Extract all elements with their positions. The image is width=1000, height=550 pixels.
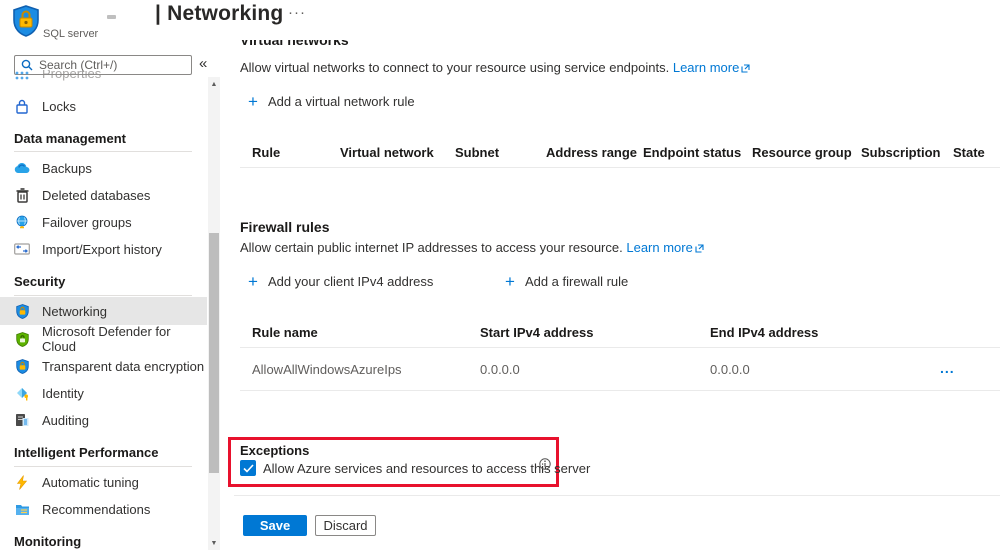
firewall-rules-description: Allow certain public internet IP address… — [240, 240, 704, 255]
divider — [14, 466, 192, 467]
virtual-networks-description: Allow virtual networks to connect to you… — [240, 60, 750, 75]
vnet-col-endpoint-status: Endpoint status — [643, 145, 741, 160]
add-virtual-network-rule-button[interactable]: + Add a virtual network rule — [248, 94, 415, 109]
divider — [234, 495, 1000, 496]
more-options-icon[interactable]: ··· — [288, 4, 306, 21]
discard-button[interactable]: Discard — [315, 515, 376, 536]
azure-portal-networking-page: SQL server | Networking ··· « Properties — [0, 0, 1000, 550]
exceptions-heading: Exceptions — [240, 443, 309, 458]
divider — [14, 295, 192, 296]
vnet-col-resource-group: Resource group — [752, 145, 852, 160]
fw-col-rule-name: Rule name — [252, 325, 318, 340]
sidebar-item-label: Identity — [42, 386, 84, 401]
sidebar-item-networking[interactable]: Networking — [0, 297, 207, 325]
sidebar-item-backups[interactable]: Backups — [0, 156, 207, 180]
add-client-ip-button[interactable]: + Add your client IPv4 address — [248, 274, 433, 289]
sidebar-item-locks[interactable]: Locks — [0, 94, 207, 118]
lightning-bolt-icon — [14, 474, 30, 490]
learn-more-link[interactable]: Learn more — [626, 240, 703, 255]
firewall-rules-heading: Firewall rules — [240, 219, 329, 235]
sidebar-item-label: Networking — [42, 304, 107, 319]
globe-icon — [14, 214, 30, 230]
vnet-col-address-range: Address range — [546, 145, 637, 160]
sidebar-item-label: Recommendations — [42, 502, 150, 517]
fw-cell-start-ip: 0.0.0.0 — [480, 362, 520, 377]
vnet-col-virtual-network: Virtual network — [340, 145, 434, 160]
scroll-up-icon[interactable]: ▲ — [208, 79, 220, 91]
sidebar-item-recommendations[interactable]: Recommendations — [0, 497, 207, 521]
cloud-backup-icon — [14, 160, 30, 176]
sidebar-item-deleted-databases[interactable]: Deleted databases — [0, 183, 207, 207]
recommendations-folder-icon — [14, 501, 30, 517]
sidebar-item-label: Failover groups — [42, 215, 132, 230]
vnet-col-subscription: Subscription — [861, 145, 940, 160]
vnet-col-subnet: Subnet — [455, 145, 499, 160]
identity-icon — [14, 385, 30, 401]
sidebar-item-transparent-data-encryption[interactable]: Transparent data encryption — [0, 354, 207, 378]
sidebar-item-label: Properties — [42, 70, 101, 81]
learn-more-link[interactable]: Learn more — [673, 60, 750, 75]
sidebar-item-microsoft-defender[interactable]: Microsoft Defender for Cloud — [0, 327, 207, 351]
divider — [240, 167, 1000, 168]
divider — [240, 347, 1000, 348]
sql-server-shield-icon — [12, 5, 40, 37]
info-icon[interactable] — [539, 458, 551, 470]
sidebar-item-failover-groups[interactable]: Failover groups — [0, 210, 207, 234]
vnet-col-rule: Rule — [252, 145, 280, 160]
lock-icon — [14, 98, 30, 114]
sidebar-scrollbar-thumb[interactable] — [209, 233, 219, 473]
sidebar-section-intelligent-performance: Intelligent Performance — [14, 445, 158, 460]
sidebar-item-properties[interactable]: Properties — [0, 70, 207, 85]
divider — [240, 390, 1000, 391]
virtual-networks-heading-clipped: Virtual networks — [240, 40, 440, 50]
plus-icon: + — [248, 95, 258, 109]
sidebar-section-security: Security — [14, 274, 65, 289]
sidebar-clip-region: Properties — [0, 70, 207, 86]
checkmark-icon — [243, 464, 254, 473]
vnet-col-state: State — [953, 145, 985, 160]
fw-col-start-ip: Start IPv4 address — [480, 325, 593, 340]
plus-icon: + — [248, 275, 258, 289]
plus-icon: + — [505, 275, 515, 289]
sidebar-item-automatic-tuning[interactable]: Automatic tuning — [0, 470, 207, 494]
external-link-icon — [741, 64, 750, 73]
shield-lock-icon — [14, 358, 30, 374]
sidebar-item-import-export-history[interactable]: Import/Export history — [0, 237, 207, 261]
sidebar-item-label: Locks — [42, 99, 76, 114]
shield-lock-icon — [14, 303, 30, 319]
grid-dots-icon — [14, 70, 30, 81]
server-name-redacted — [107, 15, 116, 19]
trash-icon — [14, 187, 30, 203]
resource-type-label: SQL server — [43, 28, 98, 40]
sidebar-item-label: Automatic tuning — [42, 475, 139, 490]
sidebar-section-data-management: Data management — [14, 131, 126, 146]
sidebar-item-label: Deleted databases — [42, 188, 150, 203]
auditing-ledger-icon — [14, 412, 30, 428]
sidebar-item-auditing[interactable]: Auditing — [0, 408, 207, 432]
scroll-down-icon[interactable]: ▼ — [208, 538, 220, 550]
fw-cell-rule-name: AllowAllWindowsAzureIps — [252, 362, 402, 377]
external-link-icon — [695, 244, 704, 253]
allow-azure-services-checkbox[interactable] — [240, 460, 256, 476]
sidebar-item-label: Backups — [42, 161, 92, 176]
page-title: | Networking — [155, 2, 283, 26]
fw-col-end-ip: End IPv4 address — [710, 325, 818, 340]
add-firewall-rule-button[interactable]: + Add a firewall rule — [505, 274, 628, 289]
sidebar-item-label: Transparent data encryption — [42, 359, 204, 374]
fw-cell-end-ip: 0.0.0.0 — [710, 362, 750, 377]
sidebar-item-label: Import/Export history — [42, 242, 162, 257]
sidebar-item-label: Microsoft Defender for Cloud — [42, 324, 207, 354]
sidebar-item-identity[interactable]: Identity — [0, 381, 207, 405]
row-more-options-icon[interactable]: ... — [940, 360, 955, 376]
sidebar-item-label: Auditing — [42, 413, 89, 428]
defender-shield-icon — [14, 331, 30, 347]
divider — [14, 151, 192, 152]
import-export-arrows-icon — [14, 241, 30, 257]
sidebar-section-monitoring: Monitoring — [14, 534, 81, 549]
save-button[interactable]: Save — [243, 515, 307, 536]
